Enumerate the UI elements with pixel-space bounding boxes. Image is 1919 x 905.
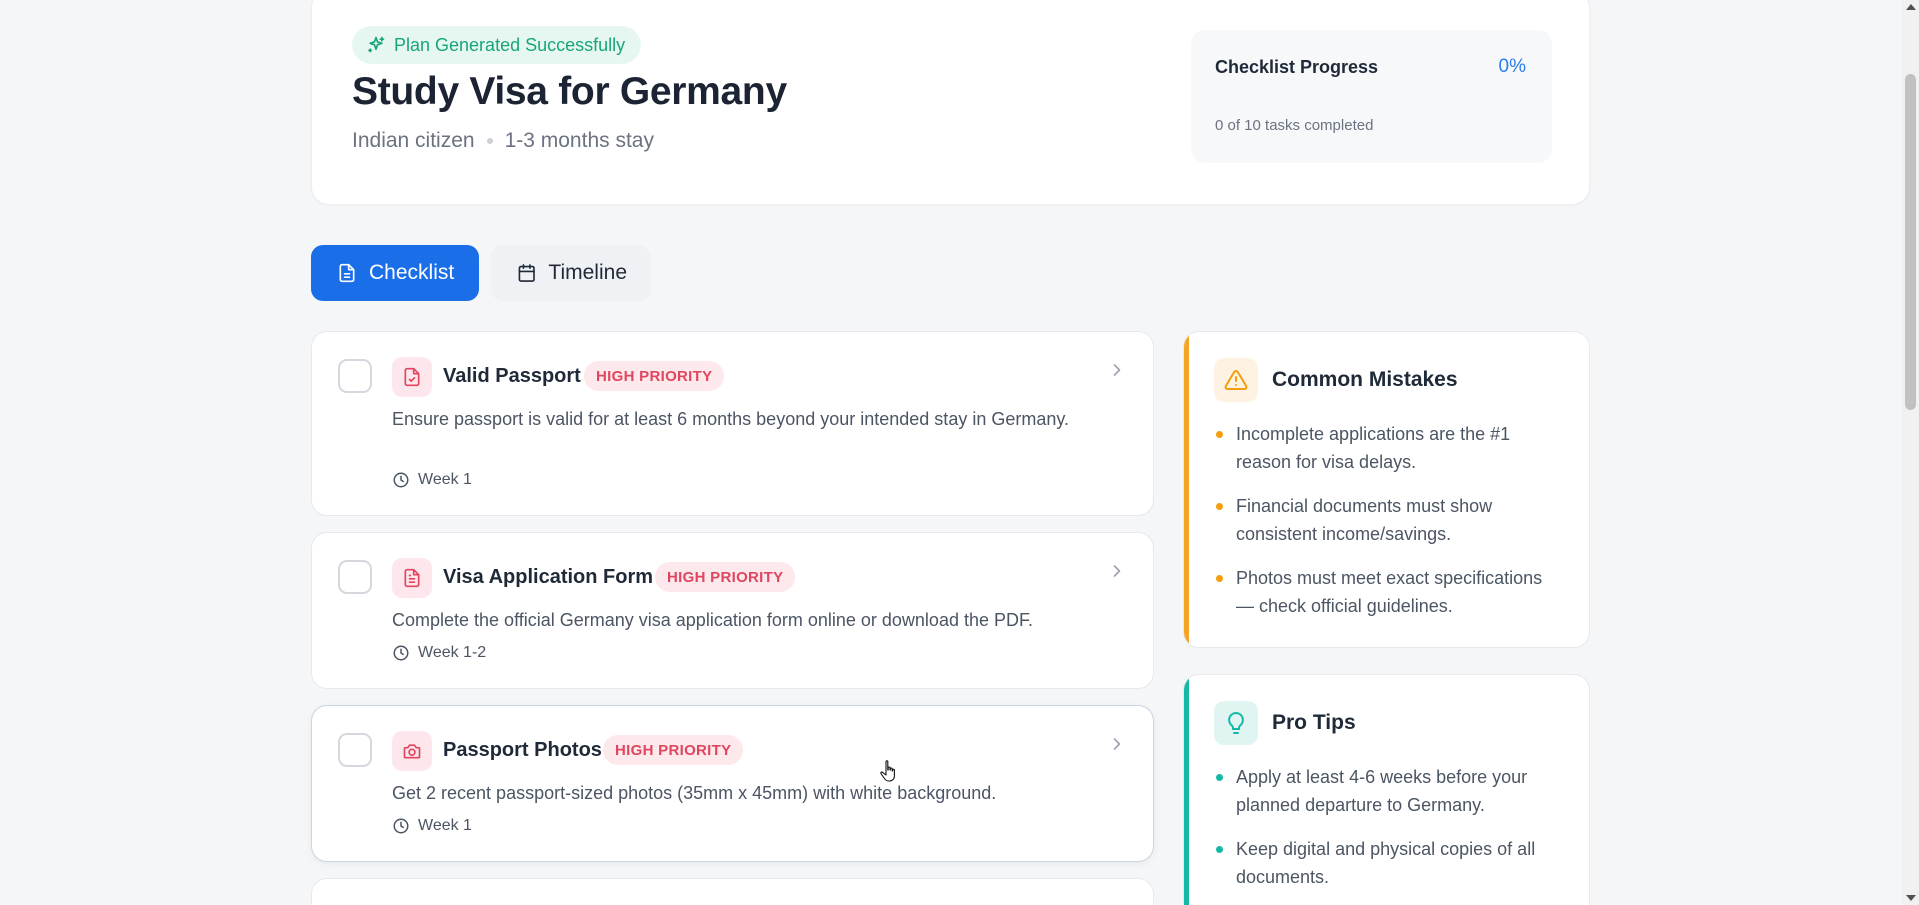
separator-dot (486, 138, 493, 144)
clock-icon (393, 472, 409, 488)
plan-header-card: Plan Generated Successfully Study Visa f… (311, 0, 1590, 205)
item-time-label: Week 1 (418, 471, 472, 488)
chevron-right-icon[interactable] (1107, 561, 1127, 581)
item-time: Week 1 (392, 817, 472, 835)
pro-tips-card: Pro Tips Apply at least 4-6 weeks before… (1183, 674, 1590, 905)
plan-subtitle: Indian citizen 1-3 months stay (352, 129, 654, 153)
list-item: Incomplete applications are the #1 reaso… (1214, 420, 1559, 476)
item-description: Get 2 recent passport-sized photos (35mm… (392, 783, 997, 803)
card-accent-bar (1184, 332, 1189, 647)
camera-icon (392, 731, 432, 771)
scroll-up-arrow-icon[interactable] (1906, 4, 1916, 10)
item-title: Visa Application Form (443, 566, 654, 588)
item-checkbox[interactable] (338, 733, 372, 767)
item-time-label: Week 1-2 (418, 644, 487, 661)
clock-icon (393, 645, 409, 661)
clock-icon (393, 818, 409, 834)
citizenship-text: Indian citizen (352, 129, 475, 152)
list-item: Keep digital and physical copies of all … (1214, 835, 1559, 891)
checklist-item[interactable] (311, 878, 1154, 905)
list-item: Apply at least 4-6 weeks before your pla… (1214, 763, 1559, 819)
tips-title: Pro Tips (1272, 711, 1356, 734)
stay-duration-text: 1-3 months stay (504, 129, 654, 152)
success-badge-label: Plan Generated Successfully (394, 34, 626, 55)
priority-badge: HIGH PRIORITY (603, 735, 744, 765)
list-item: Financial documents must show consistent… (1214, 492, 1559, 548)
item-time: Week 1 (392, 471, 472, 489)
warning-icon (1214, 358, 1258, 402)
item-description: Complete the official Germany visa appli… (392, 610, 1033, 630)
tab-timeline[interactable]: Timeline (491, 245, 651, 301)
mistakes-list: Incomplete applications are the #1 reaso… (1214, 420, 1559, 636)
document-check-icon (392, 357, 432, 397)
progress-label: Checklist Progress (1215, 57, 1379, 77)
progress-summary: 0 of 10 tasks completed (1215, 117, 1374, 134)
success-badge: Plan Generated Successfully (352, 26, 642, 64)
calendar-icon (518, 264, 535, 282)
item-description: Ensure passport is valid for at least 6 … (392, 409, 1070, 429)
chevron-right-icon[interactable] (1107, 360, 1127, 380)
card-accent-bar (1184, 675, 1189, 905)
checklist-item[interactable]: Valid Passport HIGH PRIORITY Ensure pass… (311, 331, 1154, 516)
tips-list: Apply at least 4-6 weeks before your pla… (1214, 763, 1559, 905)
lightbulb-icon (1214, 701, 1258, 745)
tab-checklist[interactable]: Checklist (311, 245, 479, 301)
tab-checklist-label: Checklist (369, 261, 455, 284)
hand-cursor-icon (880, 760, 895, 782)
progress-percent: 0% (1498, 56, 1526, 77)
sparkle-icon (368, 36, 385, 53)
priority-badge: HIGH PRIORITY (655, 562, 796, 592)
item-title: Passport Photos (443, 739, 602, 761)
checklist-item[interactable]: Passport Photos HIGH PRIORITY Get 2 rece… (311, 705, 1154, 862)
priority-badge: HIGH PRIORITY (584, 361, 725, 391)
item-time-label: Week 1 (418, 817, 472, 834)
progress-bar (1215, 100, 1527, 106)
list-item: Photos must meet exact specifications — … (1214, 564, 1559, 620)
file-text-icon (392, 558, 432, 598)
mistakes-title: Common Mistakes (1272, 368, 1458, 391)
checklist-progress-card: Checklist Progress 0% 0 of 10 tasks comp… (1191, 30, 1552, 163)
checklist-item[interactable]: Visa Application Form HIGH PRIORITY Comp… (311, 532, 1154, 689)
chevron-right-icon[interactable] (1107, 734, 1127, 754)
scrollbar-thumb[interactable] (1905, 74, 1916, 410)
item-checkbox[interactable] (338, 359, 372, 393)
scroll-down-arrow-icon[interactable] (1906, 895, 1916, 901)
page-title: Study Visa for Germany (352, 70, 787, 113)
item-title: Valid Passport (443, 365, 581, 387)
common-mistakes-card: Common Mistakes Incomplete applications … (1183, 331, 1590, 648)
tab-timeline-label: Timeline (548, 261, 627, 284)
document-icon (339, 263, 355, 283)
page-scrollbar[interactable] (1902, 0, 1919, 905)
item-time: Week 1-2 (392, 644, 486, 662)
item-checkbox[interactable] (338, 560, 372, 594)
